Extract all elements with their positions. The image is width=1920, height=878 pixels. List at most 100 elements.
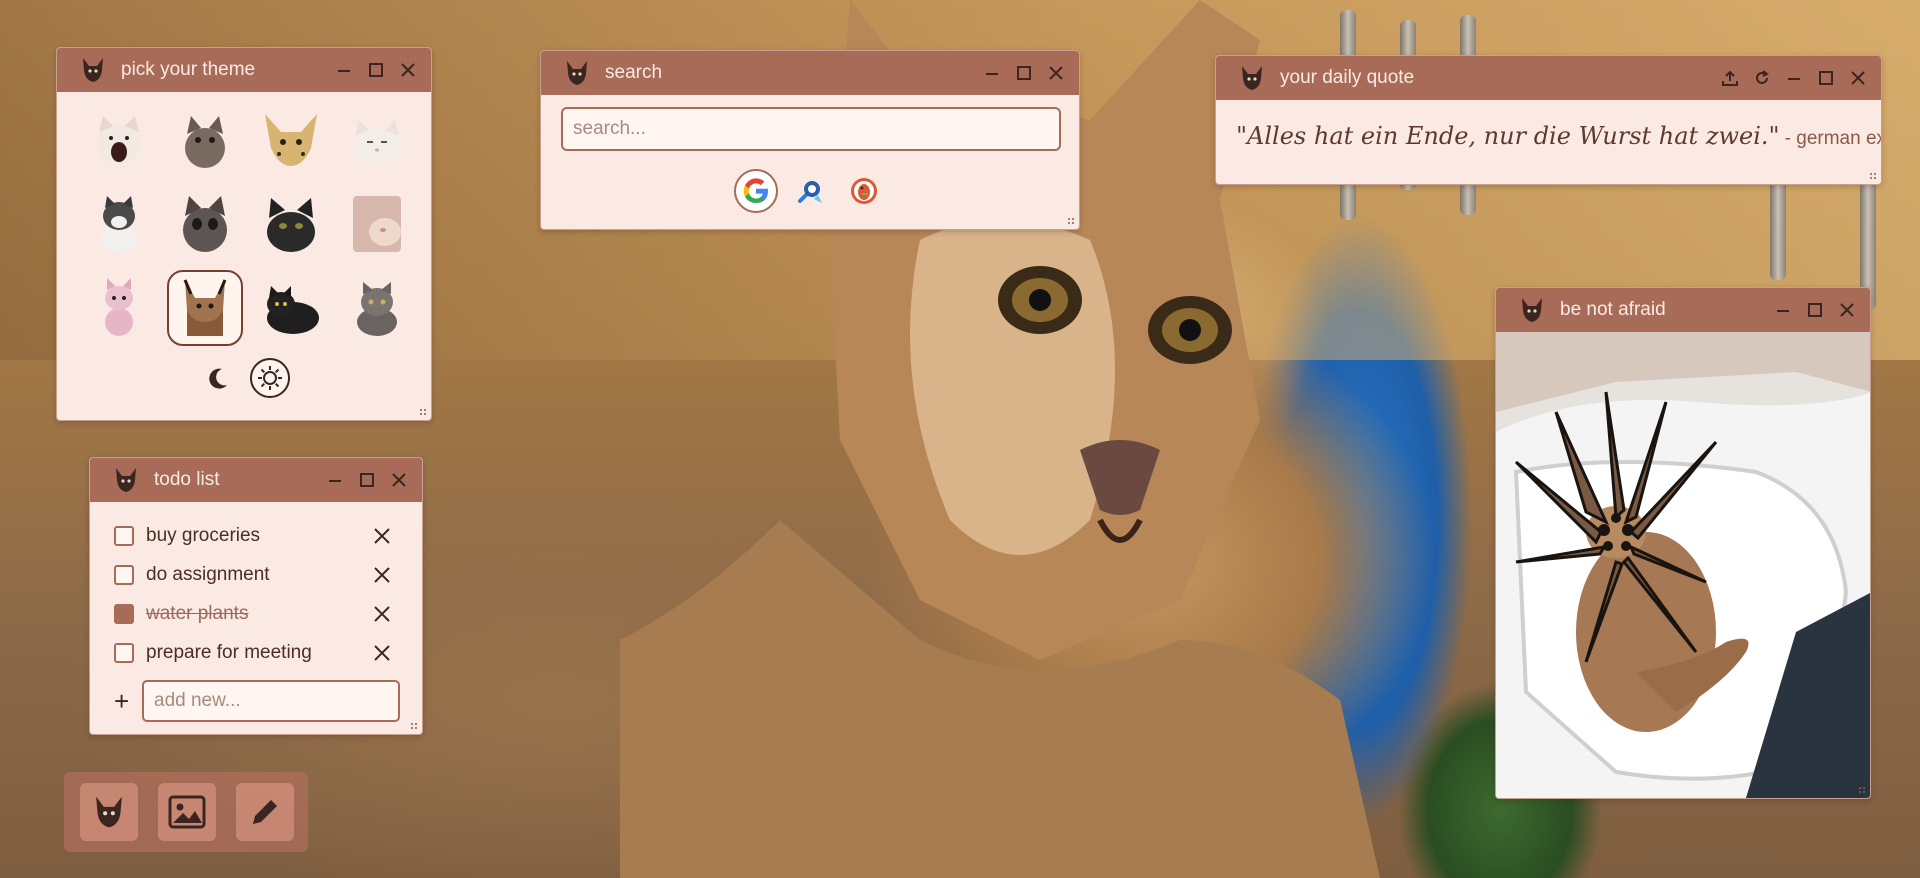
minimize-button[interactable] [331,57,357,83]
close-button[interactable] [1043,60,1069,86]
pencil-icon [253,800,277,824]
delete-todo-button[interactable] [370,563,394,587]
theme-option-floppa[interactable] [167,270,243,346]
floppa-logo-icon [567,61,587,85]
minimize-icon [338,70,350,72]
theme-option-black-cat-staring[interactable] [253,186,329,262]
theme-option-blurry-cat[interactable] [339,186,415,262]
theme-option-crying-cat[interactable] [167,186,243,262]
todo-window: todo list buy groceries do assignment wa… [89,457,423,735]
resize-grip-icon[interactable] [419,408,429,418]
refresh-quote-button[interactable] [1749,65,1775,91]
theme-option-black-cat-loaf[interactable] [253,270,329,346]
close-icon [1840,303,1854,317]
theme-option-serval[interactable] [253,102,329,178]
search-input[interactable] [561,107,1061,151]
minimize-button[interactable] [1781,65,1807,91]
maximize-button[interactable] [363,57,389,83]
close-icon [401,63,415,77]
minimize-button[interactable] [979,60,1005,86]
share-quote-button[interactable] [1717,65,1743,91]
smirk-cat-icon [353,120,401,164]
sitting-cat-icon [101,196,137,252]
resize-grip-icon[interactable] [1869,172,1879,182]
resize-grip-icon[interactable] [1858,786,1868,796]
grumpy-tabby-icon [357,282,397,336]
close-icon [1851,71,1865,85]
blurry-cat-icon [353,196,401,252]
todo-checkbox[interactable] [114,525,134,546]
delete-todo-button[interactable] [370,524,394,548]
todo-checkbox[interactable] [114,642,134,663]
maximize-button[interactable] [1802,297,1828,323]
resize-grip-icon[interactable] [1067,217,1077,227]
delete-todo-button[interactable] [370,602,394,626]
dock-edit-button[interactable] [236,783,294,841]
floppa-logo-icon [96,796,122,828]
new-todo-input[interactable] [142,680,400,722]
serval-icon [265,114,317,166]
close-icon [374,605,390,622]
theme-option-sitting-cat[interactable] [81,186,157,262]
minimize-button[interactable] [1770,297,1796,323]
todo-text: do assignment [146,563,270,585]
resize-grip-icon[interactable] [410,722,420,732]
maximize-button[interactable] [1011,60,1037,86]
add-todo-button[interactable]: + [114,686,142,717]
quote-window-titlebar[interactable]: your daily quote [1216,56,1881,100]
moon-icon [209,368,227,389]
minimize-icon [1788,78,1800,80]
be-not-afraid-photo [1496,332,1870,798]
theme-option-popcat[interactable] [81,102,157,178]
theme-option-smirk-cat[interactable] [339,102,415,178]
minimize-icon [986,73,998,75]
todo-add-row: + [90,672,422,722]
theme-option-grumpy-tabby[interactable] [339,270,415,346]
close-icon [1049,66,1063,80]
maximize-button[interactable] [354,467,380,493]
delete-todo-button[interactable] [370,641,394,665]
maximize-button[interactable] [1813,65,1839,91]
search-window: search [540,50,1080,230]
theme-mode-toggle [57,358,431,398]
maximize-icon [369,63,383,77]
close-icon [374,644,390,661]
light-mode-button[interactable] [250,358,290,398]
minimize-icon [1777,310,1789,312]
todo-list: buy groceries do assignment water plants… [90,502,422,672]
quote-window: your daily quote "Alles hat ein Ende, nu… [1215,55,1882,185]
theme-window: pick your theme [56,47,432,421]
black-cat-loaf-icon [267,286,319,334]
dock-theme-button[interactable] [80,783,138,841]
theme-grid [57,92,431,354]
image-window: be not afraid [1495,287,1871,799]
close-icon [374,527,390,544]
image-window-titlebar[interactable]: be not afraid [1496,288,1870,332]
dark-mode-button[interactable] [198,358,238,398]
floppa-logo-icon [83,58,103,82]
close-button[interactable] [1834,297,1860,323]
other-search-engine-button[interactable] [788,169,832,213]
google-icon [743,178,768,203]
close-button[interactable] [386,467,412,493]
google-engine-button[interactable] [734,169,778,213]
search-window-titlebar[interactable]: search [541,51,1079,95]
close-button[interactable] [395,57,421,83]
todo-checkbox[interactable] [114,603,134,624]
todo-window-titlebar[interactable]: todo list [90,458,422,502]
duckduckgo-engine-button[interactable] [842,169,886,213]
floppa-logo-icon [1522,298,1542,322]
dock-image-button[interactable] [158,783,216,841]
theme-option-pink-cat[interactable] [81,270,157,346]
close-icon [374,566,390,583]
dock [64,772,308,852]
close-button[interactable] [1845,65,1871,91]
minimize-icon [329,480,341,482]
todo-checkbox[interactable] [114,564,134,585]
theme-option-smudge-cat[interactable] [167,102,243,178]
floppa-logo-icon [1242,66,1262,90]
minimize-button[interactable] [322,467,348,493]
theme-window-titlebar[interactable]: pick your theme [57,48,431,92]
rocket-search-icon [798,181,822,203]
quote-content: "Alles hat ein Ende, nur die Wurst hat z… [1216,100,1881,150]
